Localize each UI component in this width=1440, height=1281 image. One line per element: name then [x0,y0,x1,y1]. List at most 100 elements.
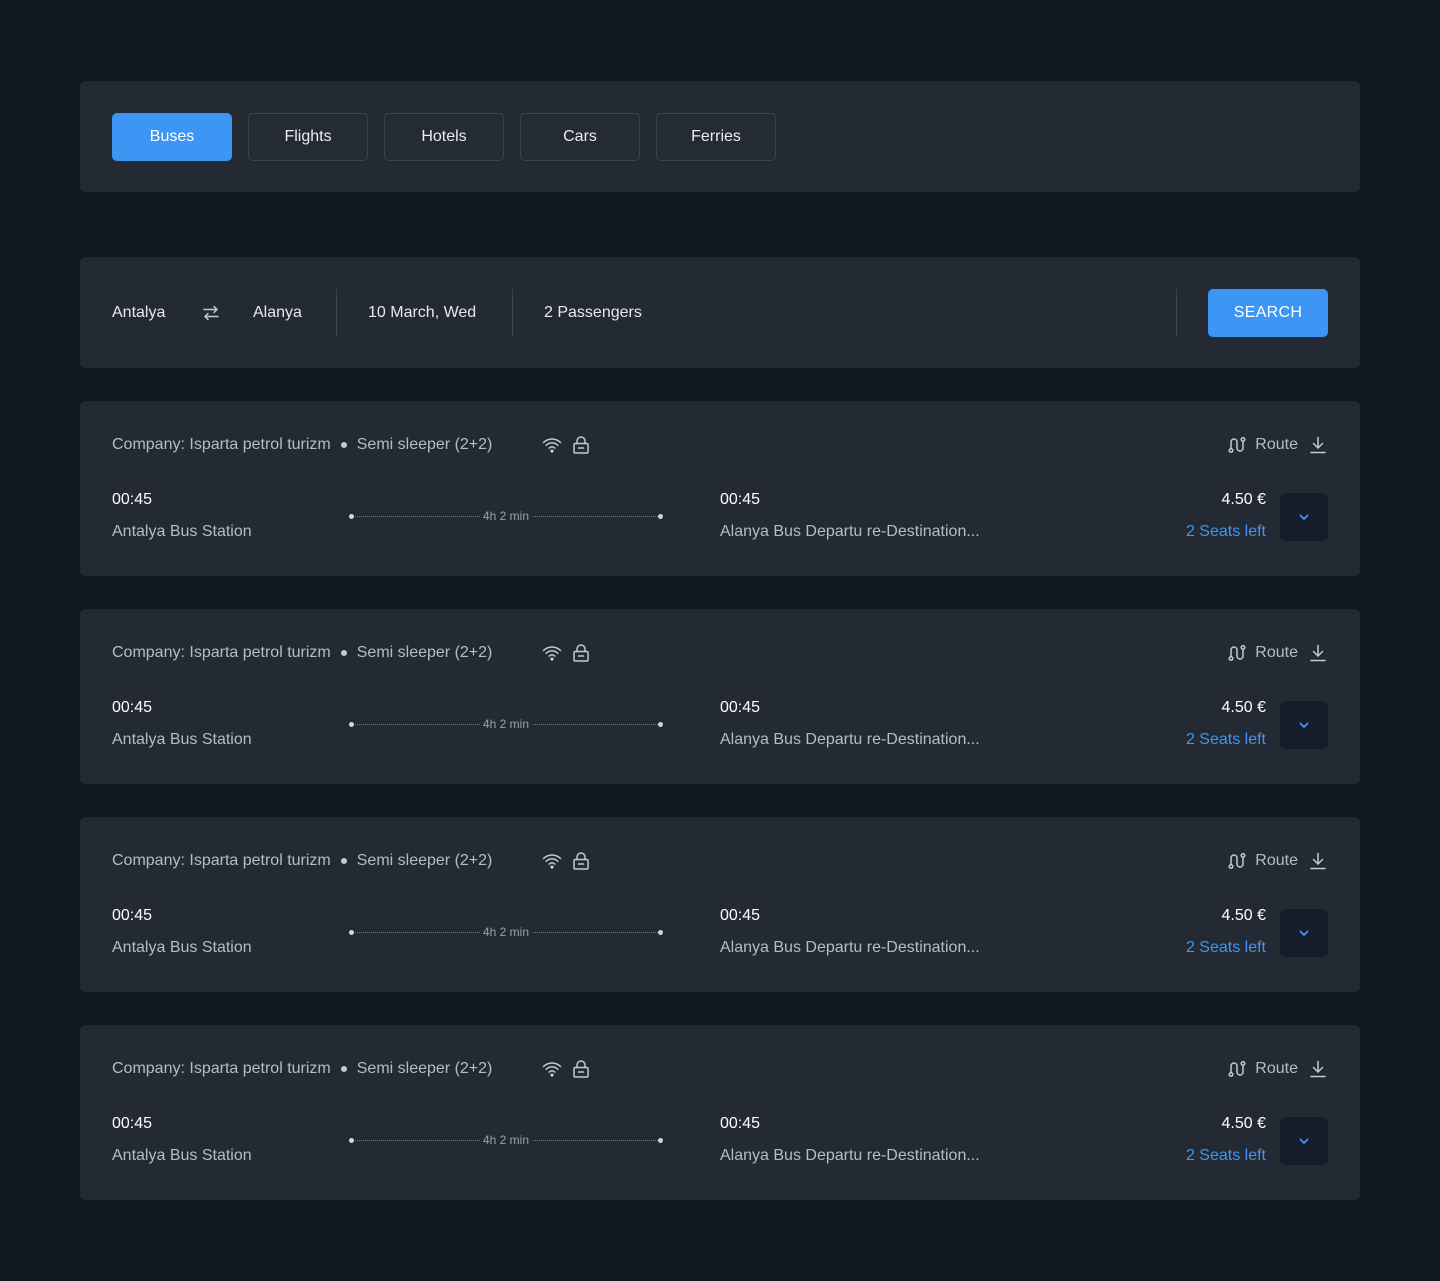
trip-timeline: 4h 2 min [349,1133,663,1147]
arrival-station: Alanya Bus Departu re-Destination... [720,1147,980,1164]
arrival-station: Alanya Bus Departu re-Destination... [720,731,980,748]
departure-time: 00:45 [112,1115,153,1132]
lock-icon [573,852,589,870]
route-link[interactable]: Route [1228,644,1298,662]
route-actions: Route [1228,1058,1328,1080]
arrival-time: 00:45 [720,907,761,924]
chevron-down-icon [1299,930,1309,936]
departure-station: Antalya Bus Station [112,731,252,748]
tab-flights[interactable]: Flights [248,113,368,161]
divider [336,289,337,336]
ticket-price: 4.50 € [1221,907,1266,924]
route-link[interactable]: Route [1228,852,1298,870]
departure-station: Antalya Bus Station [112,939,252,956]
lock-icon [573,436,589,454]
seat-type: Semi sleeper (2+2) [356,852,493,869]
result-card: Company: Isparta petrol turizm Semi slee… [80,609,1360,784]
route-actions: Route [1228,434,1328,456]
amenity-icons [542,435,590,455]
ticket-price: 4.50 € [1221,699,1266,716]
arrival-time: 00:45 [720,491,761,508]
date-field[interactable]: 10 March, Wed [368,257,476,368]
chevron-down-icon [1299,1138,1309,1144]
bullet-separator [340,650,347,656]
trip-duration: 4h 2 min [479,717,533,731]
trip-duration: 4h 2 min [479,1133,533,1147]
seat-type: Semi sleeper (2+2) [356,436,493,453]
wifi-icon [542,646,562,661]
result-card: Company: Isparta petrol turizm Semi slee… [80,401,1360,576]
ticket-price: 4.50 € [1221,491,1266,508]
lock-icon [573,644,589,662]
tab-cars[interactable]: Cars [520,113,640,161]
route-link[interactable]: Route [1228,436,1298,454]
timeline-start-dot [349,1138,354,1143]
expand-button[interactable] [1280,1117,1328,1165]
timeline-start-dot [349,930,354,935]
departure-time: 00:45 [112,491,153,508]
expand-button[interactable] [1280,909,1328,957]
route-icon [1228,644,1246,662]
divider [512,289,513,336]
card-meta: Company: Isparta petrol turizm Semi slee… [112,643,492,663]
lock-icon [573,1060,589,1078]
tab-hotels[interactable]: Hotels [384,113,504,161]
amenity-icons [542,643,590,663]
from-city-field[interactable]: Antalya [112,257,165,368]
trip-duration: 4h 2 min [479,509,533,523]
route-link[interactable]: Route [1228,1060,1298,1078]
route-icon [1228,1060,1246,1078]
wifi-icon [542,1062,562,1077]
page: Buses Flights Hotels Cars Ferries Antaly… [0,0,1440,1281]
route-icon [1228,852,1246,870]
arrival-station: Alanya Bus Departu re-Destination... [720,939,980,956]
chevron-down-icon [1299,514,1309,520]
route-label: Route [1255,644,1298,661]
seat-type: Semi sleeper (2+2) [356,1060,493,1077]
timeline-end-dot [658,722,663,727]
download-icon[interactable] [1308,1059,1328,1079]
trip-timeline: 4h 2 min [349,717,663,731]
company-name: Company: Isparta petrol turizm [112,852,331,869]
to-city-field[interactable]: Alanya [253,257,302,368]
download-icon[interactable] [1308,435,1328,455]
route-actions: Route [1228,642,1328,664]
divider [1176,289,1177,336]
card-meta: Company: Isparta petrol turizm Semi slee… [112,851,492,871]
timeline-end-dot [658,514,663,519]
passengers-field[interactable]: 2 Passengers [544,257,642,368]
expand-button[interactable] [1280,701,1328,749]
departure-time: 00:45 [112,699,153,716]
route-label: Route [1255,852,1298,869]
bullet-separator [340,442,347,448]
expand-button[interactable] [1280,493,1328,541]
seats-left: 2 Seats left [1185,731,1266,748]
departure-station: Antalya Bus Station [112,523,252,540]
departure-time: 00:45 [112,907,153,924]
route-label: Route [1255,1060,1298,1077]
seats-left: 2 Seats left [1185,939,1266,956]
card-meta: Company: Isparta petrol turizm Semi slee… [112,435,492,455]
amenity-icons [542,1059,590,1079]
download-icon[interactable] [1308,851,1328,871]
result-card: Company: Isparta petrol turizm Semi slee… [80,817,1360,992]
timeline-start-dot [349,722,354,727]
trip-timeline: 4h 2 min [349,925,663,939]
seat-type: Semi sleeper (2+2) [356,644,493,661]
search-button[interactable]: SEARCH [1208,289,1328,337]
timeline-start-dot [349,514,354,519]
route-actions: Route [1228,850,1328,872]
tab-buses[interactable]: Buses [112,113,232,161]
company-name: Company: Isparta petrol turizm [112,436,331,453]
tab-ferries[interactable]: Ferries [656,113,776,161]
download-icon[interactable] [1308,643,1328,663]
bullet-separator [340,858,347,864]
departure-station: Antalya Bus Station [112,1147,252,1164]
route-icon [1228,436,1246,454]
transport-tabs-panel: Buses Flights Hotels Cars Ferries [80,81,1360,192]
company-name: Company: Isparta petrol turizm [112,1060,331,1077]
route-label: Route [1255,436,1298,453]
arrival-time: 00:45 [720,1115,761,1132]
swap-arrows-icon[interactable] [202,304,220,322]
amenity-icons [542,851,590,871]
